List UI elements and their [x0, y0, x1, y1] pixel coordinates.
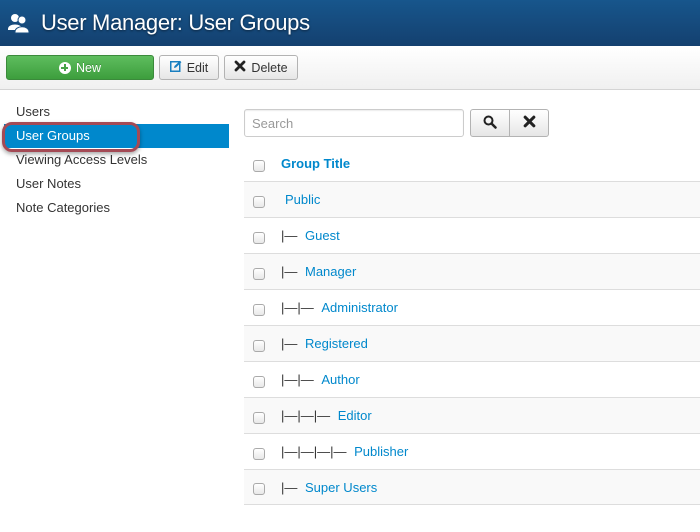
sidebar-item-user-groups[interactable]: User Groups	[4, 124, 229, 148]
page-header: User Manager: User Groups	[0, 0, 700, 46]
table-header-row: Group Title	[244, 146, 700, 181]
tree-prefix: |—	[281, 336, 301, 351]
table-row: |— Super Users	[244, 469, 700, 505]
sidebar-item-user-notes[interactable]: User Notes	[4, 172, 229, 196]
row-checkbox[interactable]	[253, 411, 265, 424]
group-link-public[interactable]: Public	[285, 192, 320, 207]
delete-button-label: Delete	[251, 60, 288, 75]
users-icon	[7, 12, 31, 34]
group-link-super-users[interactable]: Super Users	[305, 480, 377, 495]
group-link-administrator[interactable]: Administrator	[321, 300, 398, 315]
page-title: User Manager: User Groups	[41, 10, 310, 35]
table-row: |— Manager	[244, 253, 700, 289]
tree-prefix: |—	[281, 264, 301, 279]
table-row: |— Guest	[244, 217, 700, 253]
row-checkbox[interactable]	[253, 483, 265, 495]
tree-prefix: |—|—	[281, 300, 318, 315]
row-checkbox[interactable]	[253, 267, 265, 280]
sidebar-item-note-categories[interactable]: Note Categories	[4, 196, 229, 220]
column-header-group-title[interactable]: Group Title	[281, 156, 350, 171]
x-icon	[523, 115, 536, 131]
toolbar: New Edit Delete	[0, 46, 700, 90]
search-input[interactable]	[244, 109, 464, 137]
table-row: Public	[244, 181, 700, 217]
plus-circle-icon	[58, 61, 71, 74]
group-link-manager[interactable]: Manager	[305, 264, 356, 279]
tree-prefix: |—|—|—|—	[281, 444, 351, 459]
table-row: |—|— Administrator	[244, 289, 700, 325]
group-link-guest[interactable]: Guest	[305, 228, 340, 243]
edit-button[interactable]: Edit	[159, 55, 219, 80]
select-all-checkbox[interactable]	[253, 159, 265, 172]
x-icon	[234, 60, 246, 75]
table-row: |—|—|—|— Publisher	[244, 433, 700, 469]
delete-button[interactable]: Delete	[224, 55, 298, 80]
table-row: |—|—|— Editor	[244, 397, 700, 433]
table-row: |— Registered	[244, 325, 700, 361]
clear-search-button[interactable]	[509, 109, 549, 137]
sidebar-item-users[interactable]: Users	[4, 100, 229, 124]
sidebar-item-viewing-access-levels[interactable]: Viewing Access Levels	[4, 148, 229, 172]
tree-prefix: |—	[281, 479, 301, 495]
group-link-registered[interactable]: Registered	[305, 336, 368, 351]
group-link-editor[interactable]: Editor	[338, 408, 372, 423]
search-icon	[483, 115, 497, 132]
tree-prefix: |—	[281, 228, 301, 243]
row-checkbox[interactable]	[253, 195, 265, 208]
row-checkbox[interactable]	[253, 447, 265, 460]
row-checkbox[interactable]	[253, 339, 265, 352]
edit-button-label: Edit	[186, 60, 209, 75]
row-checkbox[interactable]	[253, 375, 265, 388]
search-button[interactable]	[470, 109, 510, 137]
tree-prefix: |—|—	[281, 372, 318, 387]
new-button-label: New	[75, 60, 101, 75]
row-checkbox[interactable]	[253, 303, 265, 316]
table-row: |—|— Author	[244, 361, 700, 397]
user-groups-table: Group Title Public |— Guest |— Manager |…	[244, 146, 700, 505]
tree-prefix: |—|—|—	[281, 408, 334, 423]
group-link-author[interactable]: Author	[321, 372, 359, 387]
sidebar: Users User Groups Viewing Access Levels …	[2, 100, 229, 220]
edit-icon	[169, 60, 182, 75]
row-checkbox[interactable]	[253, 231, 265, 244]
group-link-publisher[interactable]: Publisher	[354, 444, 408, 459]
new-button[interactable]: New	[6, 55, 154, 80]
